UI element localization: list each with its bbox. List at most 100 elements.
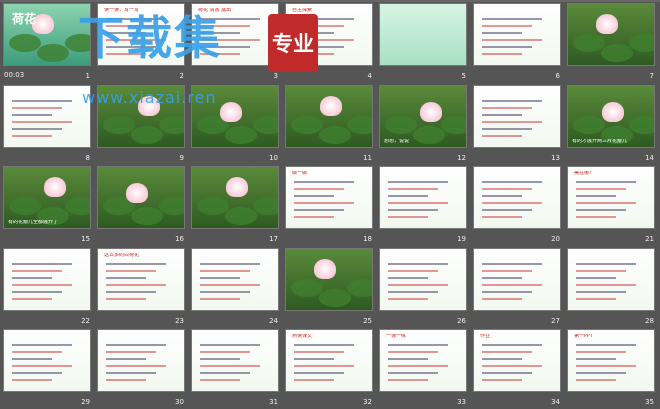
text-line <box>482 262 542 265</box>
slide-thumbnail[interactable]: 10 <box>188 82 282 164</box>
text-line <box>200 290 250 293</box>
text-line <box>12 106 62 109</box>
slide-thumbnail[interactable]: 想想，说说 12 <box>376 82 470 164</box>
text-line <box>12 276 52 279</box>
text-line <box>482 18 542 20</box>
slide-thumbnail[interactable]: 28 <box>564 245 658 327</box>
lotus-leaf <box>65 34 90 52</box>
slide-thumbnail[interactable]: 一课一练 33 <box>376 326 470 408</box>
text-line <box>482 209 532 211</box>
slide-thumbnail[interactable]: 第一PPT 35 <box>564 326 658 408</box>
slide-thumbnail[interactable]: 26 <box>376 245 470 327</box>
text-line <box>294 344 354 346</box>
slide-thumbnail[interactable]: 11 <box>282 82 376 164</box>
slide-thumbnail[interactable]: 25 <box>282 245 376 327</box>
text-line <box>576 202 636 204</box>
slide-thumbnail[interactable]: 6 <box>470 0 564 82</box>
text-line <box>294 25 344 27</box>
text-line <box>200 365 260 367</box>
slide-number: 35 <box>645 398 654 406</box>
slide-thumbnail[interactable]: 作业 34 <box>470 326 564 408</box>
slide-thumbnail[interactable]: 做一做 18 <box>282 163 376 245</box>
text-line <box>482 365 542 367</box>
text-line <box>482 372 532 374</box>
lotus-leaf <box>197 197 229 215</box>
slide-thumbnail[interactable]: 7 <box>564 0 658 82</box>
text-line <box>388 269 438 272</box>
text-line <box>482 134 522 137</box>
text-line <box>294 358 334 360</box>
lotus-flower <box>126 183 148 203</box>
slide-thumbnail[interactable]: 16 <box>94 163 188 245</box>
text-line <box>388 195 428 197</box>
text-line <box>106 379 146 381</box>
slide-thumbnail[interactable]: 熟读课文 32 <box>282 326 376 408</box>
slide-thumbnail[interactable]: 24 <box>188 245 282 327</box>
text-line <box>200 344 260 346</box>
slide-thumbnail[interactable]: 8 <box>0 82 94 164</box>
lotus-leaf <box>291 278 323 297</box>
slide-thumbnail[interactable]: 9 <box>94 82 188 164</box>
slide-number: 17 <box>269 235 278 243</box>
text-line <box>388 372 438 374</box>
lotus-leaf <box>253 197 278 215</box>
text-line <box>388 283 448 286</box>
slide-preview: 熟读课文 <box>285 329 373 392</box>
text-line <box>576 283 636 286</box>
slide-thumbnail[interactable]: 20 <box>470 163 564 245</box>
slide-thumbnail[interactable]: 有的花瓣儿全都展开了 15 <box>0 163 94 245</box>
slide-thumbnail[interactable]: 荷花 1 <box>0 0 94 82</box>
text-line <box>482 127 532 130</box>
slide-preview <box>3 247 91 311</box>
text-line <box>294 195 334 197</box>
slide-thumbnail[interactable]: 29 <box>0 326 94 408</box>
lotus-flower <box>596 14 618 34</box>
slide-thumbnail[interactable]: 读一读，写一写 2 <box>94 0 188 82</box>
slide-thumbnail[interactable]: 荷花 清香 露出 3 <box>188 0 282 82</box>
text-line <box>12 372 62 374</box>
slide-heading: 想想，说说 <box>384 138 410 144</box>
text-line <box>12 113 52 116</box>
slide-thumbnail[interactable]: 19 <box>376 163 470 245</box>
slide-preview <box>3 329 91 392</box>
text-line <box>294 39 354 41</box>
slide-thumbnail[interactable]: 5 <box>376 0 470 82</box>
slide-thumbnail[interactable]: 美在哪？ 21 <box>564 163 658 245</box>
text-line <box>482 283 542 286</box>
text-line <box>200 32 240 34</box>
slide-preview: 做一做 <box>285 166 373 229</box>
text-line <box>294 46 344 48</box>
text-line <box>106 290 156 293</box>
slide-thumbnail[interactable]: 13 <box>470 82 564 164</box>
slide-preview <box>473 166 561 229</box>
slide-preview: 有的才展开两三片花瓣儿 <box>567 84 655 148</box>
slide-thumbnail[interactable]: 自主探索 4 <box>282 0 376 82</box>
slide-number: 12 <box>457 153 466 162</box>
slide-thumbnail[interactable]: 17 <box>188 163 282 245</box>
lotus-leaf <box>385 115 417 134</box>
slide-heading: 自主探索 <box>292 8 313 13</box>
slide-thumbnail[interactable]: 这么多的白荷花 23 <box>94 245 188 327</box>
text-line <box>482 25 532 27</box>
slide-preview: 想想，说说 <box>379 84 467 148</box>
slide-thumbnail[interactable]: 有的才展开两三片花瓣儿 14 <box>564 82 658 164</box>
slide-thumbnail[interactable]: 31 <box>188 326 282 408</box>
text-line <box>294 216 334 218</box>
text-line <box>200 25 250 27</box>
slide-preview <box>191 84 279 148</box>
text-line <box>294 32 334 34</box>
text-line <box>12 262 72 265</box>
text-line <box>576 365 636 367</box>
slide-number: 28 <box>645 316 654 325</box>
text-line <box>388 297 428 300</box>
text-line <box>12 99 72 102</box>
slide-number: 2 <box>179 72 184 80</box>
slide-heading: 读一读，写一写 <box>104 8 140 13</box>
slide-thumbnail[interactable]: 27 <box>470 245 564 327</box>
slide-thumbnail[interactable]: 30 <box>94 326 188 408</box>
text-line <box>576 216 616 218</box>
slide-heading: 熟读课文 <box>292 334 313 339</box>
slide-thumbnail[interactable]: 22 <box>0 245 94 327</box>
text-line <box>576 262 636 265</box>
text-line <box>482 113 522 116</box>
